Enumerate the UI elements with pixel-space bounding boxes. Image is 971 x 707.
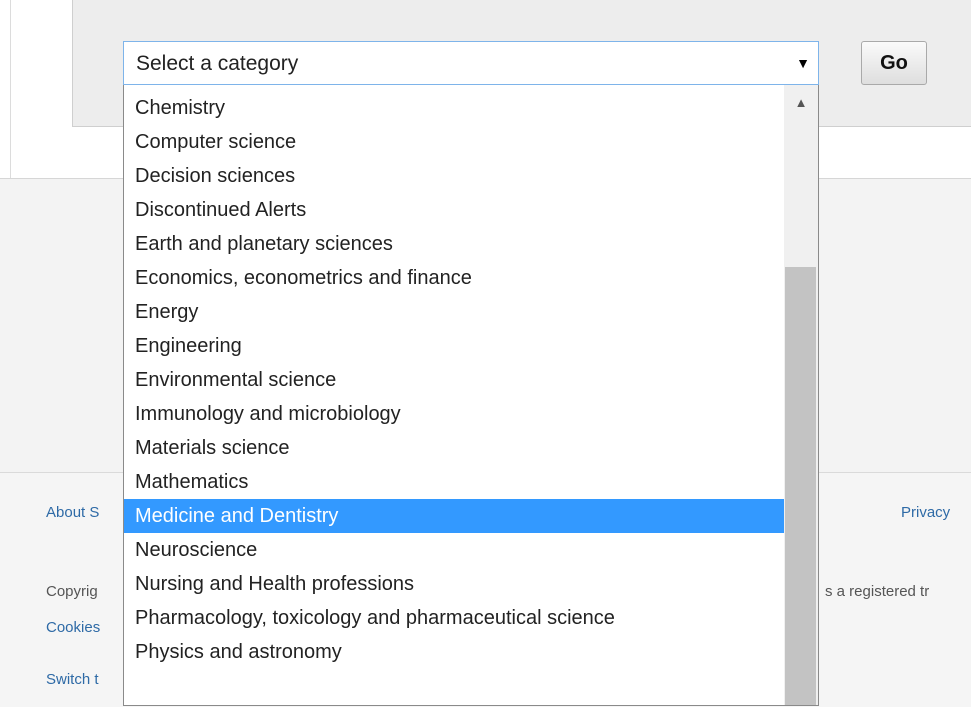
footer-trademark-text: s a registered tr <box>825 583 930 600</box>
dropdown-option[interactable]: Engineering <box>124 329 784 363</box>
go-button[interactable]: Go <box>861 41 927 85</box>
scrollbar-thumb[interactable] <box>785 267 816 705</box>
dropdown-option[interactable]: Physics and astronomy <box>124 635 784 669</box>
footer-privacy-link[interactable]: Privacy <box>901 504 950 521</box>
dropdown-option[interactable]: Energy <box>124 295 784 329</box>
category-select-value: Select a category <box>136 52 299 75</box>
footer-cookies-link[interactable]: Cookies <box>46 619 100 636</box>
dropdown-option[interactable]: Materials science <box>124 431 784 465</box>
scroll-up-arrow-icon[interactable]: ▲ <box>784 85 818 125</box>
dropdown-option[interactable]: Computer science <box>124 125 784 159</box>
dropdown-option[interactable]: Chemistry <box>124 91 784 125</box>
dropdown-option[interactable]: Mathematics <box>124 465 784 499</box>
dropdown-option[interactable]: Earth and planetary sciences <box>124 227 784 261</box>
dropdown-option[interactable]: Immunology and microbiology <box>124 397 784 431</box>
dropdown-option[interactable]: Neuroscience <box>124 533 784 567</box>
dropdown-scrollbar[interactable]: ▲ <box>784 85 818 705</box>
dropdown-option[interactable]: Pharmacology, toxicology and pharmaceuti… <box>124 601 784 635</box>
footer-switch-link[interactable]: Switch t <box>46 671 99 688</box>
page-border <box>10 0 11 178</box>
dropdown-option[interactable]: Economics, econometrics and finance <box>124 261 784 295</box>
dropdown-arrow-icon[interactable]: ▼ <box>796 55 810 71</box>
category-select[interactable]: Select a category ▼ <box>123 41 819 85</box>
dropdown-option[interactable]: Discontinued Alerts <box>124 193 784 227</box>
dropdown-option[interactable]: Environmental science <box>124 363 784 397</box>
dropdown-option[interactable]: Nursing and Health professions <box>124 567 784 601</box>
footer-about-link[interactable]: About S <box>46 504 99 521</box>
dropdown-option[interactable]: Medicine and Dentistry <box>124 499 784 533</box>
category-dropdown-list[interactable]: Chemistry Computer science Decision scienc… <box>123 85 819 706</box>
dropdown-option[interactable]: Decision sciences <box>124 159 784 193</box>
footer-copyright-text: Copyrig <box>46 583 98 600</box>
dropdown-options: Chemistry Computer science Decision scienc… <box>124 91 784 669</box>
